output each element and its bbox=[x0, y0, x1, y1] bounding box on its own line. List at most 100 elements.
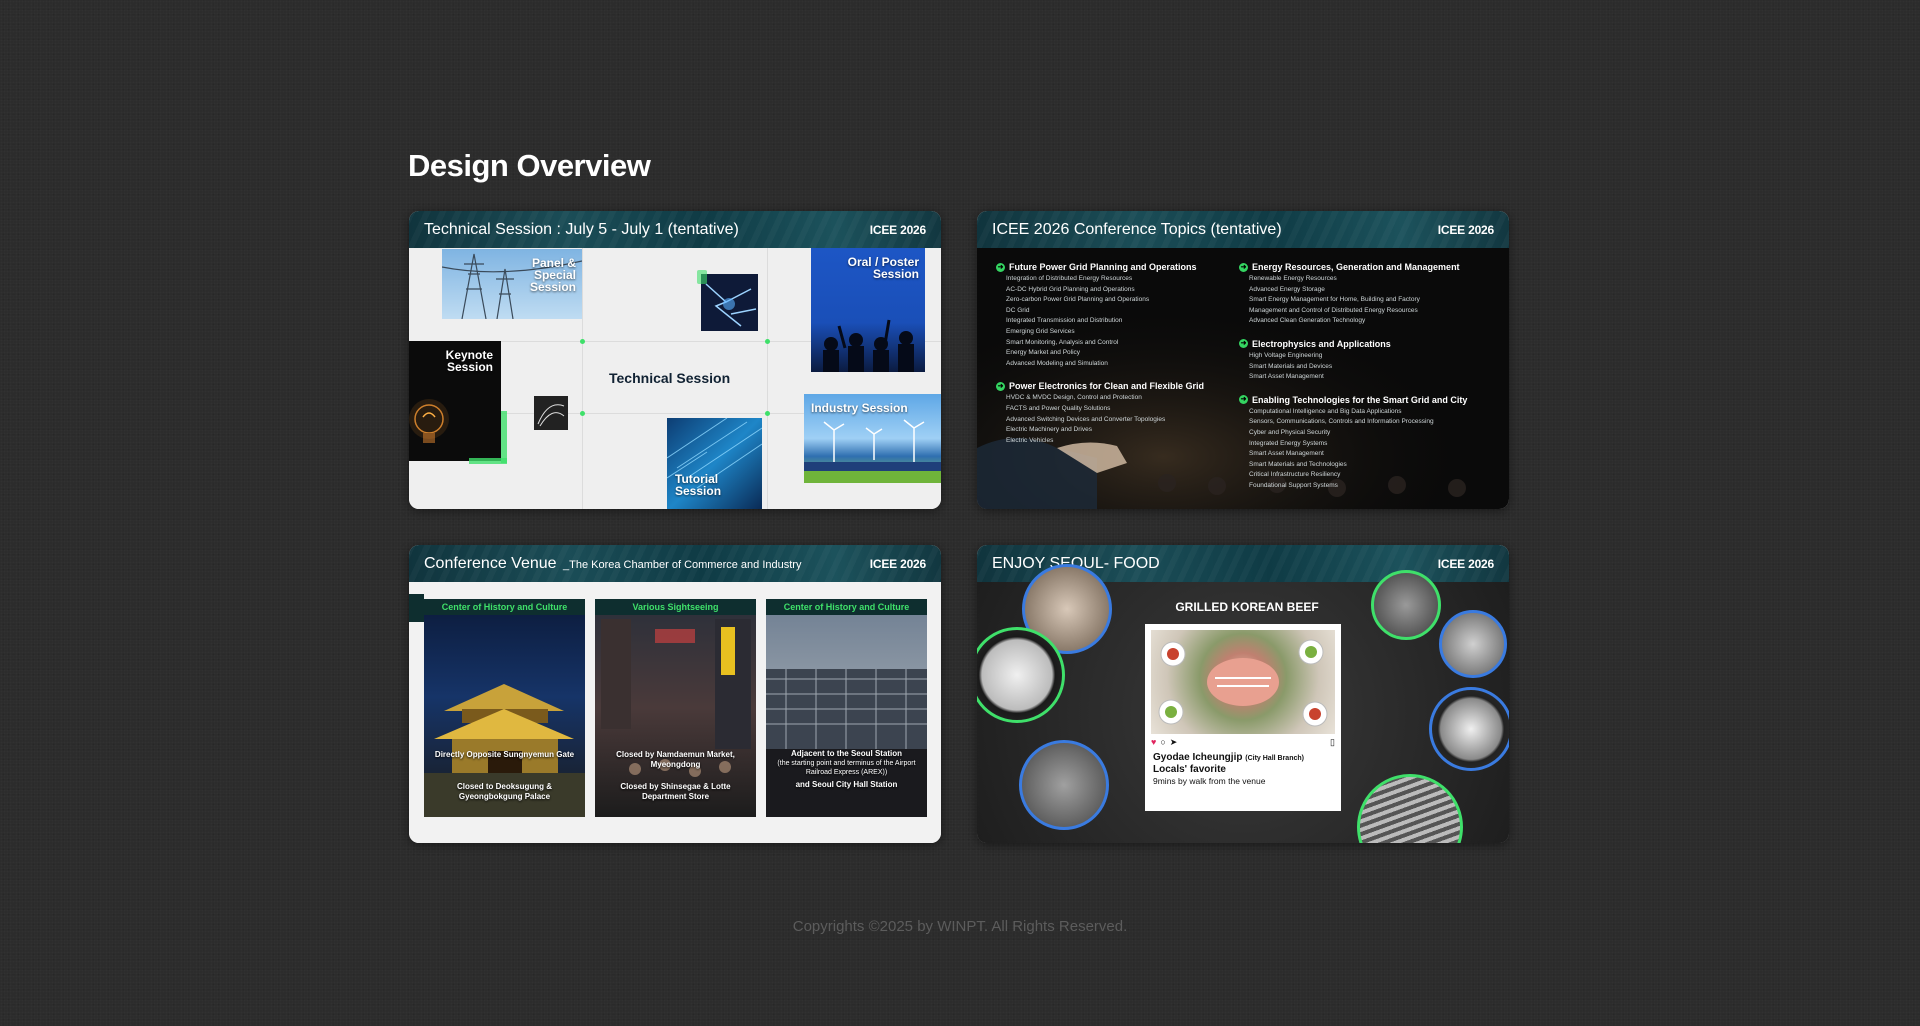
venue-caption: Closed to Deoksugung & Gyeongbokgung Pal… bbox=[456, 782, 553, 801]
panel-session-label: Panel & Special Session bbox=[529, 256, 576, 294]
topic-item: Sensors, Communications, Controls and In… bbox=[1249, 418, 1434, 426]
card-badge: ICEE 2026 bbox=[1437, 556, 1494, 571]
topic-item: AC-DC Hybrid Grid Planning and Operation… bbox=[1006, 285, 1135, 293]
arrow-icon: ➜ bbox=[996, 381, 1005, 391]
card-body: ➜ Future Power Grid Planning and Operatio… bbox=[977, 248, 1509, 509]
topic-item: Electric Vehicles bbox=[1006, 436, 1054, 444]
venue-caption: Adjacent to the Seoul Station bbox=[790, 749, 903, 758]
card-body: GRILLED KOREAN BEEF ♥ ○ ➤ ▯ Gyodae Icheu… bbox=[977, 564, 1509, 843]
topic-heading: Power Electronics for Clean and Flexible… bbox=[1009, 381, 1205, 392]
page-title: Design Overview bbox=[408, 148, 651, 183]
topic-group: ➜ Power Electronics for Clean and Flexibl… bbox=[996, 381, 1226, 446]
oral-poster-session-tile[interactable]: Oral / Poster Session bbox=[811, 248, 925, 372]
grilled-beef-photo bbox=[1151, 630, 1335, 734]
keynote-session-tile[interactable]: Keynote Session bbox=[409, 341, 501, 461]
topic-item: Integration of Distributed Energy Resour… bbox=[1006, 275, 1133, 282]
panel-session-tile[interactable]: Panel & Special Session bbox=[442, 249, 582, 319]
topic-item: Energy Market and Policy bbox=[1006, 349, 1081, 357]
topic-group: ➜ Energy Resources, Generation and Manage… bbox=[1239, 262, 1469, 327]
card-technical-session[interactable]: Technical Session : July 5 - July 1 (ten… bbox=[409, 211, 941, 509]
topic-item: High Voltage Engineering bbox=[1249, 351, 1323, 359]
food-plate-image bbox=[1357, 774, 1463, 843]
venue-title: Conference Venue bbox=[424, 554, 557, 572]
topic-item: Critical Infrastructure Resiliency bbox=[1249, 471, 1341, 479]
arrow-icon: ➜ bbox=[1239, 339, 1248, 349]
topic-item: Emerging Grid Services bbox=[1006, 327, 1075, 335]
topic-group: ➜ Enabling Technologies for the Smart Gri… bbox=[1239, 395, 1469, 492]
topic-item: Integrated Energy Systems bbox=[1249, 439, 1328, 447]
venue-photo-seoul-station: Center of History and Culture Adjacent t… bbox=[766, 599, 927, 817]
topic-heading: Enabling Technologies for the Smart Grid… bbox=[1252, 394, 1468, 405]
food-plate-image bbox=[1371, 570, 1441, 640]
venue-photo-sungnyemun: Center of History and Culture Directly O… bbox=[424, 599, 585, 817]
venue-caption: Closed by Shinsegae & Lotte Department S… bbox=[620, 782, 731, 801]
footer-copyright: Copyrights ©2025 by WINPT. All Rights Re… bbox=[792, 918, 1128, 935]
card-header: Conference Venue _The Korea Chamber of C… bbox=[409, 545, 941, 582]
topic-heading: Future Power Grid Planning and Operation… bbox=[1009, 262, 1197, 272]
card-enjoy-seoul-food[interactable]: ENJOY SEOUL- FOOD ICEE 2026 GRILLED KORE… bbox=[977, 545, 1509, 843]
card-badge: ICEE 2026 bbox=[869, 556, 926, 571]
venue-caption: Closed by Namdaemun Market, Myeongdong bbox=[616, 750, 735, 769]
topic-item: Smart Asset Management bbox=[1249, 450, 1324, 458]
oral-poster-session-label: Oral / Poster Session bbox=[847, 255, 919, 281]
topics-right-column: ➜ Energy Resources, Generation and Manage… bbox=[1239, 262, 1469, 504]
tutorial-session-label: Tutorial Session bbox=[675, 472, 722, 498]
topic-item: Advanced Clean Generation Technology bbox=[1249, 317, 1366, 325]
venue-tag: Center of History and Culture bbox=[766, 599, 927, 615]
comment-icon[interactable]: ○ bbox=[1160, 737, 1165, 747]
venue-subtitle: _The Korea Chamber of Commerce and Indus… bbox=[563, 558, 802, 571]
tutorial-session-tile[interactable]: Tutorial Session bbox=[667, 418, 762, 509]
topic-heading: Electrophysics and Applications bbox=[1252, 338, 1391, 349]
topic-item: Cyber and Physical Security bbox=[1249, 428, 1331, 436]
keynote-session-label: Keynote Session bbox=[445, 348, 493, 374]
card-conference-venue[interactable]: Conference Venue _The Korea Chamber of C… bbox=[409, 545, 941, 843]
topic-item: Smart Materials and Technologies bbox=[1249, 460, 1347, 468]
card-badge: ICEE 2026 bbox=[1437, 222, 1494, 237]
card-title: ICEE 2026 Conference Topics (tentative) bbox=[992, 220, 1282, 238]
venue-tag: Various Sightseeing bbox=[595, 599, 756, 615]
venue-caption: Directly Opposite Sungnyemun Gate bbox=[434, 750, 575, 759]
topic-heading: Energy Resources, Generation and Managem… bbox=[1252, 262, 1460, 272]
topic-item: Advanced Modeling and Simulation bbox=[1006, 359, 1108, 367]
card-header: Technical Session : July 5 - July 1 (ten… bbox=[409, 211, 941, 248]
restaurant-post-card[interactable]: ♥ ○ ➤ ▯ Gyodae Icheungjip (City Hall Bra… bbox=[1145, 624, 1341, 811]
arrow-icon: ➜ bbox=[1239, 262, 1248, 272]
card-conference-topics[interactable]: ICEE 2026 Conference Topics (tentative) … bbox=[977, 211, 1509, 509]
topic-item: Zero-carbon Power Grid Planning and Oper… bbox=[1006, 296, 1150, 304]
arrow-icon: ➜ bbox=[996, 262, 1005, 272]
venue-caption: and Seoul City Hall Station bbox=[795, 780, 898, 789]
card-title: Conference Venue _The Korea Chamber of C… bbox=[424, 555, 801, 573]
card-body: Center of History and Culture Directly O… bbox=[409, 582, 941, 843]
topic-item: Advanced Energy Storage bbox=[1249, 285, 1325, 293]
abstract-image bbox=[534, 396, 568, 430]
topic-item: FACTS and Power Quality Solutions bbox=[1006, 404, 1111, 412]
industry-session-label: Industry Session bbox=[811, 401, 908, 415]
send-icon[interactable]: ➤ bbox=[1170, 737, 1178, 748]
card-body: Panel & Special Session Oral / Poster Se… bbox=[409, 248, 941, 509]
topic-item: DC Grid bbox=[1006, 306, 1030, 314]
technical-session-label: Technical Session bbox=[609, 370, 731, 386]
food-plate-image bbox=[1439, 610, 1507, 678]
topic-item: Integrated Transmission and Distribution bbox=[1006, 317, 1123, 325]
topic-item: Smart Materials and Devices bbox=[1249, 362, 1333, 370]
arrow-icon: ➜ bbox=[1239, 395, 1248, 405]
food-plate-image bbox=[977, 627, 1065, 723]
topic-item: Foundational Support Systems bbox=[1249, 481, 1338, 489]
topic-group: ➜ Future Power Grid Planning and Operatio… bbox=[996, 262, 1226, 369]
heart-icon[interactable]: ♥ bbox=[1151, 737, 1156, 747]
bookmark-icon[interactable]: ▯ bbox=[1330, 737, 1335, 748]
food-plate-image bbox=[1429, 687, 1509, 771]
topic-item: Smart Asset Management bbox=[1249, 373, 1324, 381]
topic-item: Renewable Energy Resources bbox=[1249, 275, 1337, 282]
topic-item: Advanced Switching Devices and Converter… bbox=[1006, 415, 1166, 423]
post-actions: ♥ ○ ➤ ▯ bbox=[1151, 737, 1335, 748]
topic-item: Management and Control of Distributed En… bbox=[1249, 306, 1418, 314]
food-plate-image bbox=[1019, 740, 1109, 830]
venue-tag: Center of History and Culture bbox=[424, 599, 585, 615]
venue-caption-detail: (the starting point and terminus of the … bbox=[777, 760, 916, 776]
industry-session-tile[interactable]: Industry Session bbox=[804, 394, 941, 483]
restaurant-name: Gyodae Icheungjip (City Hall Branch) bbox=[1153, 752, 1304, 763]
restaurant-tagline: Locals' favorite bbox=[1153, 764, 1226, 775]
card-header: ICEE 2026 Conference Topics (tentative) … bbox=[977, 211, 1509, 248]
topic-group: ➜ Electrophysics and Applications High Vo… bbox=[1239, 339, 1469, 383]
